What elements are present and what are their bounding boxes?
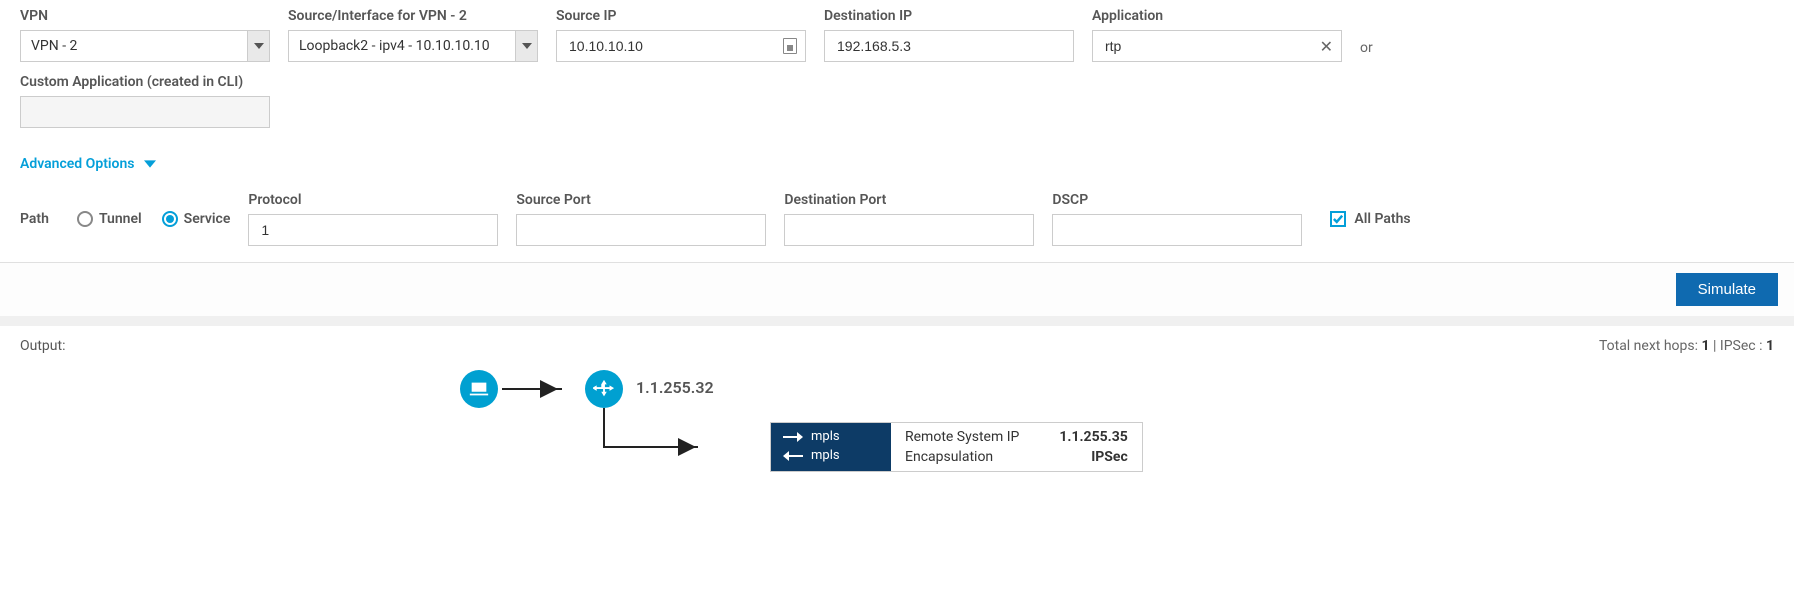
encap-value: IPSec <box>1059 449 1127 465</box>
advanced-options-toggle[interactable]: Advanced Options <box>20 156 156 172</box>
custom-app-text[interactable] <box>31 103 259 121</box>
source-ip-input[interactable] <box>556 30 806 62</box>
source-node-icon <box>460 370 498 408</box>
source-port-input[interactable] <box>516 214 766 246</box>
chevron-down-icon <box>515 31 537 61</box>
simulate-button[interactable]: Simulate <box>1676 273 1778 306</box>
custom-app-field: Custom Application (created in CLI) <box>20 74 270 128</box>
rx-label: mpls <box>811 448 840 463</box>
advanced-inputs: Protocol Source Port Destination Port DS… <box>248 192 1302 246</box>
source-ip-text[interactable] <box>567 37 795 55</box>
source-interface-select[interactable]: Loopback2 - ipv4 - 10.10.10.10 <box>288 30 538 62</box>
router-ip-label: 1.1.255.32 <box>636 378 714 397</box>
ipsec-count: 1 <box>1766 338 1774 354</box>
application-input[interactable]: ✕ <box>1092 30 1342 62</box>
destination-ip-field: Destination IP <box>824 8 1074 62</box>
rx-line: mpls <box>783 448 871 463</box>
chevron-down-icon <box>247 31 269 61</box>
hops-count: 1 <box>1702 338 1710 354</box>
simulate-bar: Simulate <box>0 262 1794 316</box>
tunnel-radio-label: Tunnel <box>99 211 142 227</box>
destination-port-input[interactable] <box>784 214 1034 246</box>
encap-key: Encapsulation <box>905 449 1019 465</box>
source-interface-label: Source/Interface for VPN - 2 <box>288 8 538 24</box>
remote-ip-value: 1.1.255.35 <box>1059 429 1127 445</box>
destination-port-label: Destination Port <box>784 192 1034 208</box>
divider <box>0 316 1794 326</box>
source-interface-value: Loopback2 - ipv4 - 10.10.10.10 <box>289 31 515 61</box>
vpn-field: VPN VPN - 2 <box>20 8 270 62</box>
dscp-field: DSCP <box>1052 192 1302 246</box>
radio-checked-icon <box>162 211 178 227</box>
destination-port-field: Destination Port <box>784 192 1034 246</box>
application-text[interactable] <box>1103 37 1331 55</box>
row-1: VPN VPN - 2 Source/Interface for VPN - 2… <box>20 8 1774 62</box>
advanced-options-label: Advanced Options <box>20 156 134 172</box>
source-ip-label: Source IP <box>556 8 806 24</box>
tunnel-radio[interactable]: Tunnel <box>77 211 142 227</box>
output-label: Output: <box>20 338 65 354</box>
source-interface-field: Source/Interface for VPN - 2 Loopback2 -… <box>288 8 538 62</box>
tx-line: mpls <box>783 429 871 444</box>
vpn-label: VPN <box>20 8 270 24</box>
next-hop-card: mpls mpls Remote System IP 1.1.255.35 En… <box>770 422 1143 472</box>
all-paths-checkbox[interactable]: All Paths <box>1330 211 1410 227</box>
filter-form: VPN VPN - 2 Source/Interface for VPN - 2… <box>0 0 1794 262</box>
arrow-right-icon <box>540 380 558 402</box>
output-summary: Total next hops: 1 | IPSec : 1 <box>1599 338 1774 354</box>
checkbox-checked-icon <box>1330 211 1346 227</box>
destination-ip-text[interactable] <box>835 37 1063 55</box>
protocol-label: Protocol <box>248 192 498 208</box>
dscp-text[interactable] <box>1063 221 1291 239</box>
path-row: Path Tunnel Service Protocol Source Port <box>20 192 1774 246</box>
or-text: or <box>1360 40 1373 62</box>
destination-ip-input[interactable] <box>824 30 1074 62</box>
service-radio[interactable]: Service <box>162 211 231 227</box>
dscp-input[interactable] <box>1052 214 1302 246</box>
clear-icon[interactable]: ✕ <box>1320 37 1333 56</box>
hop-transport: mpls mpls <box>771 423 891 471</box>
summary-mid: | IPSec : <box>1710 338 1766 354</box>
source-ip-field: Source IP <box>556 8 806 62</box>
path-radio-group: Tunnel Service <box>77 211 230 227</box>
source-port-text[interactable] <box>527 221 755 239</box>
tx-label: mpls <box>811 429 840 444</box>
arrow-left-icon <box>783 451 803 461</box>
vpn-select[interactable]: VPN - 2 <box>20 30 270 62</box>
protocol-text[interactable] <box>259 221 487 239</box>
source-port-label: Source Port <box>516 192 766 208</box>
link-line <box>603 408 605 448</box>
row-2: Custom Application (created in CLI) <box>20 74 1774 128</box>
router-node-icon <box>585 370 623 408</box>
hop-details: Remote System IP 1.1.255.35 Encapsulatio… <box>891 423 1142 471</box>
custom-app-input[interactable] <box>20 96 270 128</box>
service-radio-label: Service <box>184 211 231 227</box>
topology-diagram: 1.1.255.32 mpls mpls Remote System IP 1.… <box>20 360 1794 540</box>
custom-app-label: Custom Application (created in CLI) <box>20 74 270 90</box>
dscp-label: DSCP <box>1052 192 1302 208</box>
destination-port-text[interactable] <box>795 221 1023 239</box>
vpn-value: VPN - 2 <box>21 31 247 61</box>
all-paths-label: All Paths <box>1354 211 1410 227</box>
chevron-down-icon <box>144 158 156 170</box>
protocol-input[interactable] <box>248 214 498 246</box>
save-icon[interactable] <box>783 38 797 54</box>
path-label: Path <box>20 211 49 227</box>
radio-unchecked-icon <box>77 211 93 227</box>
destination-ip-label: Destination IP <box>824 8 1074 24</box>
summary-prefix: Total next hops: <box>1599 338 1702 354</box>
protocol-field: Protocol <box>248 192 498 246</box>
source-port-field: Source Port <box>516 192 766 246</box>
arrow-right-icon <box>783 432 803 442</box>
remote-ip-key: Remote System IP <box>905 429 1019 445</box>
application-field: Application ✕ <box>1092 8 1342 62</box>
output-header: Output: Total next hops: 1 | IPSec : 1 <box>0 326 1794 360</box>
arrow-right-icon <box>678 438 696 460</box>
application-label: Application <box>1092 8 1342 24</box>
